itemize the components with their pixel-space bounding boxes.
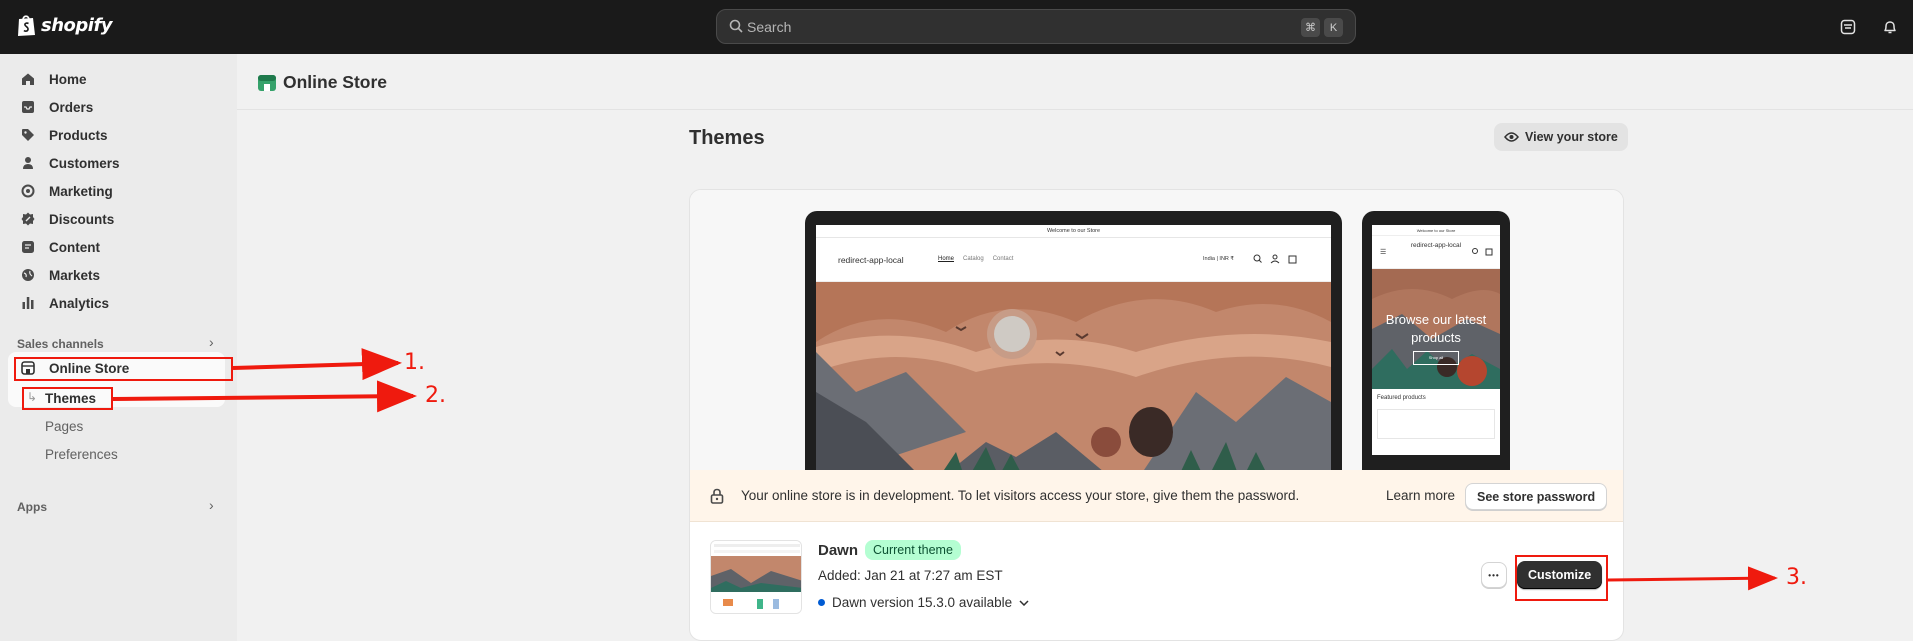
sidebar-item-label: Content bbox=[49, 239, 100, 255]
sidebar-item-home[interactable]: Home bbox=[8, 65, 225, 93]
current-theme-row: Dawn Current theme Added: Jan 21 at 7:27… bbox=[690, 522, 1623, 640]
mobile-featured-label: Featured products bbox=[1377, 395, 1426, 401]
online-store-icon bbox=[258, 74, 276, 91]
view-store-button[interactable]: View your store bbox=[1494, 123, 1628, 151]
search-bar[interactable]: ⌘ K bbox=[716, 9, 1356, 44]
tag-icon bbox=[20, 127, 36, 143]
top-bar: shopify ⌘ K bbox=[0, 0, 1913, 54]
shopify-bag-icon bbox=[18, 15, 35, 36]
store-nav-link: Contact bbox=[992, 256, 1014, 262]
target-icon bbox=[20, 183, 36, 199]
see-password-button[interactable]: See store password bbox=[1465, 483, 1608, 510]
annotation-box-customize bbox=[1515, 555, 1608, 601]
sidebar-item-label: Customers bbox=[49, 155, 120, 171]
mobile-header-icons bbox=[1472, 248, 1493, 256]
search-icon bbox=[729, 19, 743, 33]
person-icon bbox=[20, 155, 36, 171]
learn-more-link[interactable]: Learn more bbox=[1386, 488, 1455, 503]
sidebar-item-products[interactable]: Products bbox=[8, 121, 225, 149]
mobile-announcement-bar: Welcome to our Store bbox=[1372, 225, 1500, 236]
info-dot-icon bbox=[818, 599, 825, 606]
search-input[interactable] bbox=[747, 10, 1267, 43]
globe-icon bbox=[20, 267, 36, 283]
discount-icon bbox=[20, 211, 36, 227]
sidebar-item-customers[interactable]: Customers bbox=[8, 149, 225, 177]
page-header: Online Store bbox=[237, 54, 1913, 110]
theme-thumbnail[interactable] bbox=[710, 540, 802, 614]
inbox-icon bbox=[20, 99, 36, 115]
announcement-bar: Welcome to our Store bbox=[816, 225, 1331, 238]
password-banner: Your online store is in development. To … bbox=[690, 470, 1623, 522]
sidebar-subitem-pages[interactable]: Pages bbox=[45, 419, 83, 434]
view-store-label: View your store bbox=[1525, 130, 1618, 144]
mobile-store-brand: redirect-app-local bbox=[1410, 242, 1462, 249]
theme-name: Dawn bbox=[818, 542, 859, 559]
theme-preview[interactable]: Welcome to our Store redirect-app-local … bbox=[690, 190, 1623, 475]
theme-version[interactable]: Dawn version 15.3.0 available bbox=[818, 595, 1029, 610]
hamburger-icon: ☰ bbox=[1380, 249, 1387, 256]
bell-icon[interactable] bbox=[1880, 17, 1900, 37]
themes-heading: Themes bbox=[689, 127, 765, 149]
mobile-product-grid bbox=[1377, 409, 1495, 439]
sidebar-item-label: Orders bbox=[49, 99, 94, 115]
annotation-box-themes bbox=[22, 387, 113, 410]
desktop-preview: Welcome to our Store redirect-app-local … bbox=[805, 211, 1342, 475]
sidebar-subitem-preferences[interactable]: Preferences bbox=[45, 447, 118, 462]
more-icon: ••• bbox=[1488, 570, 1500, 580]
sidebar-item-analytics[interactable]: Analytics bbox=[8, 289, 225, 317]
sidebar-item-label: Markets bbox=[49, 267, 101, 283]
theme-thumbnail-image bbox=[711, 541, 801, 613]
store-icon[interactable] bbox=[1838, 17, 1858, 37]
bar-chart-icon bbox=[20, 295, 36, 311]
theme-version-label: Dawn version 15.3.0 available bbox=[832, 595, 1013, 610]
mobile-hero-text: Browse our latest products bbox=[1385, 312, 1487, 345]
apps-label: Apps bbox=[17, 500, 47, 514]
annotation-label-1: 1. bbox=[404, 350, 425, 375]
store-nav-link: Catalog bbox=[963, 256, 984, 262]
main-content: Online Store Themes View your store Welc… bbox=[237, 54, 1913, 641]
store-locale: India | INR ₹ bbox=[1203, 256, 1234, 262]
shopify-logo[interactable]: shopify bbox=[16, 13, 113, 37]
store-header-icons bbox=[1253, 254, 1297, 264]
more-actions-button[interactable]: ••• bbox=[1481, 562, 1507, 588]
shortcut-key-cmd: ⌘ bbox=[1301, 18, 1320, 37]
sidebar-item-orders[interactable]: Orders bbox=[8, 93, 225, 121]
store-brand: redirect-app-local bbox=[838, 255, 904, 265]
current-theme-badge: Current theme bbox=[865, 540, 961, 560]
sidebar: Home Orders Products Customers Marketing… bbox=[0, 54, 237, 641]
content-icon bbox=[20, 239, 36, 255]
sidebar-item-content[interactable]: Content bbox=[8, 233, 225, 261]
page-title: Online Store bbox=[283, 72, 388, 92]
annotation-label-2: 2. bbox=[425, 383, 446, 408]
sidebar-item-label: Analytics bbox=[49, 295, 110, 311]
banner-message: Your online store is in development. To … bbox=[741, 488, 1300, 503]
annotation-label-3: 3. bbox=[1786, 565, 1807, 590]
eye-icon bbox=[1504, 132, 1519, 142]
chevron-right-icon[interactable]: › bbox=[209, 497, 214, 513]
sidebar-item-marketing[interactable]: Marketing bbox=[8, 177, 225, 205]
hero-illustration bbox=[816, 282, 1331, 475]
sidebar-item-label: Home bbox=[49, 71, 87, 87]
logo-text: shopify bbox=[41, 14, 113, 36]
store-nav: Home Catalog Contact bbox=[938, 256, 1013, 262]
mobile-shop-button: Shop all bbox=[1413, 351, 1459, 365]
home-icon bbox=[20, 71, 36, 87]
theme-added-date: Added: Jan 21 at 7:27 am EST bbox=[818, 568, 1003, 583]
sidebar-item-label: Products bbox=[49, 127, 108, 143]
shortcut-key-k: K bbox=[1324, 18, 1343, 37]
theme-card: Welcome to our Store redirect-app-local … bbox=[689, 189, 1624, 641]
sidebar-item-discounts[interactable]: Discounts bbox=[8, 205, 225, 233]
store-nav-link: Home bbox=[938, 256, 955, 262]
sales-channels-label: Sales channels bbox=[17, 337, 104, 351]
sidebar-item-markets[interactable]: Markets bbox=[8, 261, 225, 289]
sidebar-item-label: Discounts bbox=[49, 211, 115, 227]
annotation-box-online-store bbox=[14, 357, 233, 381]
chevron-right-icon[interactable]: › bbox=[209, 334, 214, 350]
chevron-down-icon bbox=[1019, 599, 1029, 606]
sidebar-item-label: Marketing bbox=[49, 183, 113, 199]
lock-icon bbox=[710, 488, 724, 504]
mobile-screen: Welcome to our Store ☰ redirect-app-loca… bbox=[1372, 225, 1500, 455]
